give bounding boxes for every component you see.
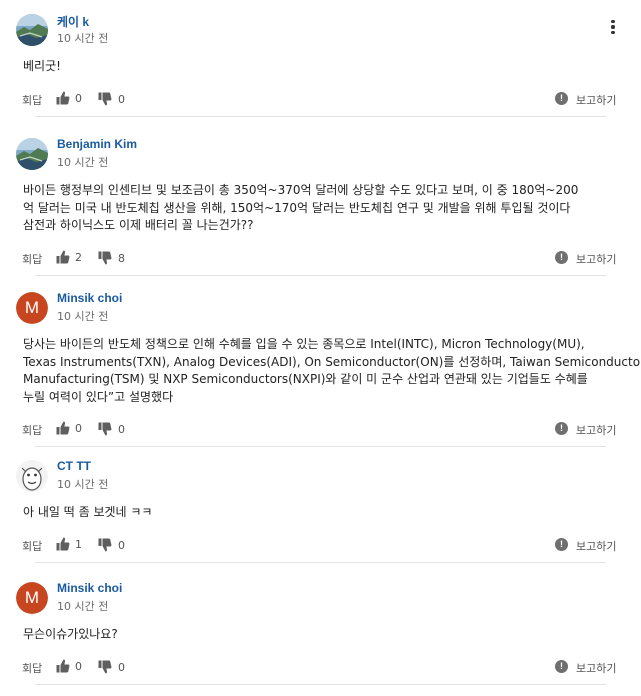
avatar[interactable]: M [16,582,48,614]
author-name[interactable]: 케이 k [57,13,89,30]
like-count: 0 [75,422,82,435]
avatar[interactable] [16,14,48,46]
comment-text-line: 누릴 여력이 있다”고 설명했다 [23,389,174,404]
comment-text: 무슨이슈가있나요? [23,626,633,644]
report-label: 보고하기 [576,539,617,553]
author-name[interactable]: Minsik choi [57,291,122,305]
comment-text-line: Manufacturing(TSM) 및 NXP Semiconductors(… [23,372,588,386]
like-count: 1 [75,537,82,551]
comment-actions: 회답 0 0! 보고하기 [0,90,641,108]
like-count: 2 [75,250,82,264]
dislike-count: 0 [118,660,125,674]
thumbs-up-icon[interactable] [56,658,70,674]
comment-time: 10 시간 전 [57,600,109,613]
reply-button[interactable]: 회답 [22,660,42,676]
reply-button[interactable]: 회답 [22,251,42,267]
thumbs-up-icon[interactable] [56,249,70,265]
comment-text-line: 당사는 바이든의 반도체 정책으로 인해 수혜를 입을 수 있는 종목으로 In… [23,337,585,351]
comment-divider [35,561,606,563]
like-count: 0 [75,91,82,105]
thumbs-down-icon[interactable] [98,421,112,437]
thumbs-down-icon[interactable] [98,659,112,675]
comment-text-line: 억 달러는 미국 내 반도체칩 생산을 위해, 150억~170억 달러는 반도… [23,200,571,215]
comment-actions: 회답 0 0! 보고하기 [0,658,641,676]
dislike-count: 0 [118,423,125,436]
dislike-count: 8 [118,251,125,265]
comment-text-line: 아 내일 떡 좀 보겟네 ㅋㅋ [23,505,153,519]
avatar[interactable] [16,138,48,170]
report-icon: ! [555,537,568,551]
comment-text: 바이든 행정부의 인센티브 및 보조금이 총 350억~370억 달러에 상당할… [23,182,633,235]
thumbs-up-icon[interactable] [56,536,70,552]
author-name[interactable]: CT TT [57,459,91,473]
comment-time: 10 시간 전 [57,478,109,491]
report-icon: ! [555,250,568,264]
avatar[interactable] [16,460,48,492]
like-count: 0 [75,659,82,673]
comment-time: 10 시간 전 [57,156,109,169]
comment-text: 아 내일 떡 좀 보겟네 ㅋㅋ [23,504,633,522]
comment-time: 10 시간 전 [57,310,109,323]
avatar-letter: M [16,582,48,614]
report-label: 보고하기 [576,661,617,675]
report-label: 보고하기 [576,93,617,107]
thumbs-down-icon[interactable] [98,537,112,553]
thumbs-down-icon[interactable] [98,250,112,266]
report-icon: ! [555,659,568,673]
comment-text-line: Texas Instruments(TXN), Analog Devices(A… [23,354,641,369]
comment-text-line: 바이든 행정부의 인센티브 및 보조금이 총 350억~370억 달러에 상당할… [23,183,579,197]
thumbs-down-icon[interactable] [98,91,112,107]
comment-divider [35,683,606,685]
comment-actions: 회답 0 0! 보고하기 [0,420,641,438]
comment-divider [35,115,606,117]
comment-list: 케이 k 10 시간 전 베리굿! 회답 0 0! 보고하기 Benjamin Kim 1… [0,0,641,696]
report-icon: ! [555,422,568,435]
thumbs-up-icon[interactable] [56,90,70,106]
comment-actions: 회답 1 0! 보고하기 [0,536,641,554]
report-label: 보고하기 [576,252,617,266]
comment-text-line: 무슨이슈가있나요? [23,627,118,641]
comment-text: 당사는 바이든의 반도체 정책으로 인해 수혜를 입을 수 있는 종목으로 In… [23,336,641,406]
comment-text: 베리굿! [23,58,633,76]
report-label: 보고하기 [576,424,617,437]
reply-button[interactable]: 회답 [22,422,42,438]
dislike-count: 0 [118,92,125,106]
comment-text-line: 베리굿! [23,59,61,73]
report-icon: ! [555,91,568,105]
comment-actions: 회답 2 8! 보고하기 [0,249,641,267]
avatar-letter: M [16,292,48,324]
comment-divider [35,274,606,276]
thumbs-up-icon[interactable] [56,420,70,436]
author-name[interactable]: Minsik choi [57,581,122,595]
reply-button[interactable]: 회답 [22,538,42,554]
dislike-count: 0 [118,538,125,552]
reply-button[interactable]: 회답 [22,92,42,108]
comment-divider [35,446,606,447]
comment-text-line: 삼전과 하이닉스도 이제 배터리 꼴 나는건가?? [23,218,254,232]
author-name[interactable]: Benjamin Kim [57,137,137,151]
comment-time: 10 시간 전 [57,32,109,45]
avatar[interactable]: M [16,292,48,324]
more-options-icon[interactable] [603,17,623,37]
